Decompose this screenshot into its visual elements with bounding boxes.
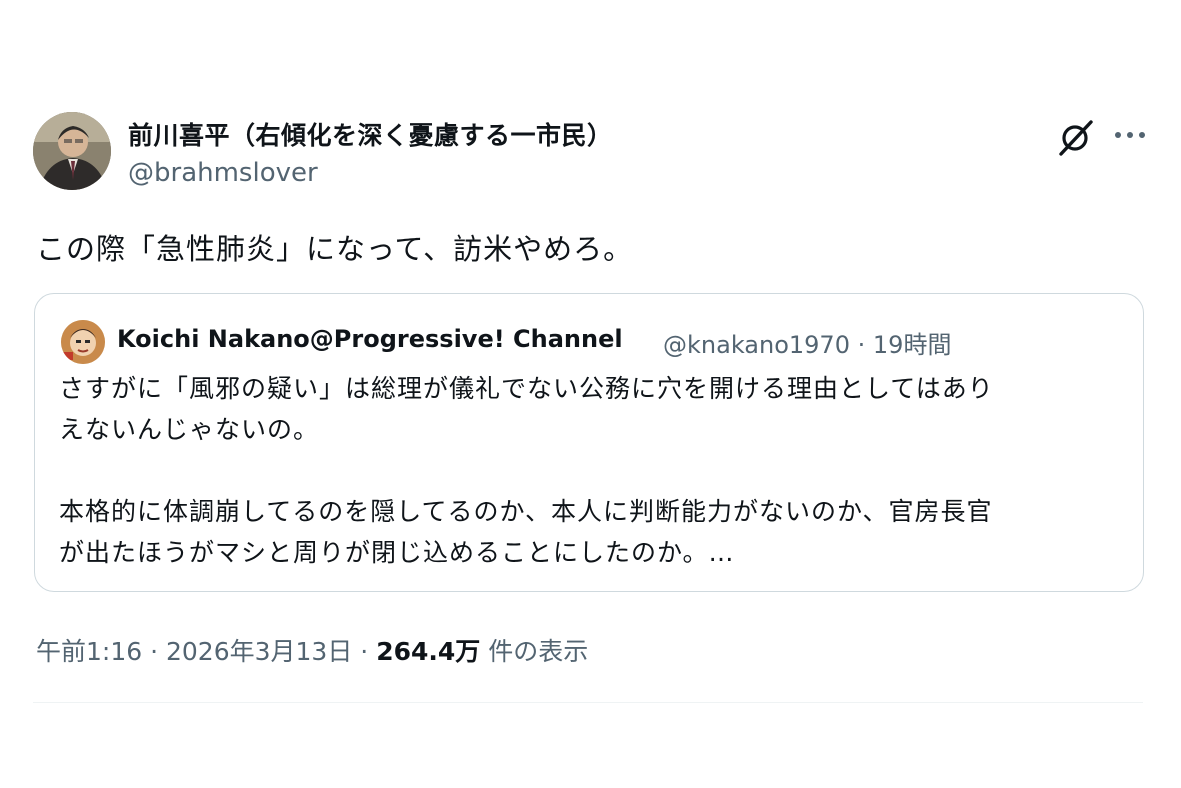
meta-separator: · <box>150 637 159 666</box>
divider <box>33 702 1143 703</box>
quoted-text-line: さすがに「風邪の疑い」は総理が儀礼でない公務に穴を開ける理由としてはあり <box>59 374 994 403</box>
views-label: 件の表示 <box>488 637 589 666</box>
meta-separator: · <box>360 637 369 666</box>
quoted-time[interactable]: 19時間 <box>873 331 952 359</box>
quoted-text: さすがに「風邪の疑い」は総理が儀礼でない公務に穴を開ける理由としてはあり えない… <box>59 368 1129 573</box>
quoted-text-gap <box>59 450 1129 491</box>
quoted-meta: @knakano1970 · 19時間 <box>663 325 951 360</box>
tweet-date[interactable]: 2026年3月13日 <box>166 637 352 666</box>
page: 前川喜平（右傾化を深く憂慮する一市民） @brahmslover この際「急性肺… <box>0 0 1181 788</box>
author-avatar[interactable] <box>33 112 111 190</box>
quoted-separator: · <box>857 331 866 359</box>
author-name[interactable]: 前川喜平（右傾化を深く憂慮する一市民） <box>128 116 613 152</box>
grok-icon[interactable] <box>1055 116 1097 158</box>
tweet-text: この際「急性肺炎」になって、訪米やめろ。 <box>36 232 634 266</box>
author-handle[interactable]: @brahmslover <box>128 158 318 188</box>
quoted-text-line: えないんじゃないの。 <box>59 415 320 444</box>
quoted-tweet-card[interactable]: Koichi Nakano@Progressive! Channel @knak… <box>34 293 1144 592</box>
quoted-text-line: が出たほうがマシと周りが閉じ込めることにしたのか。… <box>59 538 735 567</box>
views-count[interactable]: 264.4万 <box>376 637 480 666</box>
more-options-icon[interactable] <box>1110 118 1150 152</box>
quoted-text-line: 本格的に体調崩してるのを隠してるのか、本人に判断能力がないのか、官房長官 <box>59 497 993 526</box>
tweet-time[interactable]: 午前1:16 <box>36 637 142 666</box>
quoted-author-name[interactable]: Koichi Nakano@Progressive! Channel <box>117 325 623 353</box>
quoted-author-handle[interactable]: @knakano1970 <box>663 331 850 359</box>
tweet-meta: 午前1:16 · 2026年3月13日 · 264.4万 件の表示 <box>36 632 588 668</box>
quoted-author-avatar[interactable] <box>61 320 105 364</box>
